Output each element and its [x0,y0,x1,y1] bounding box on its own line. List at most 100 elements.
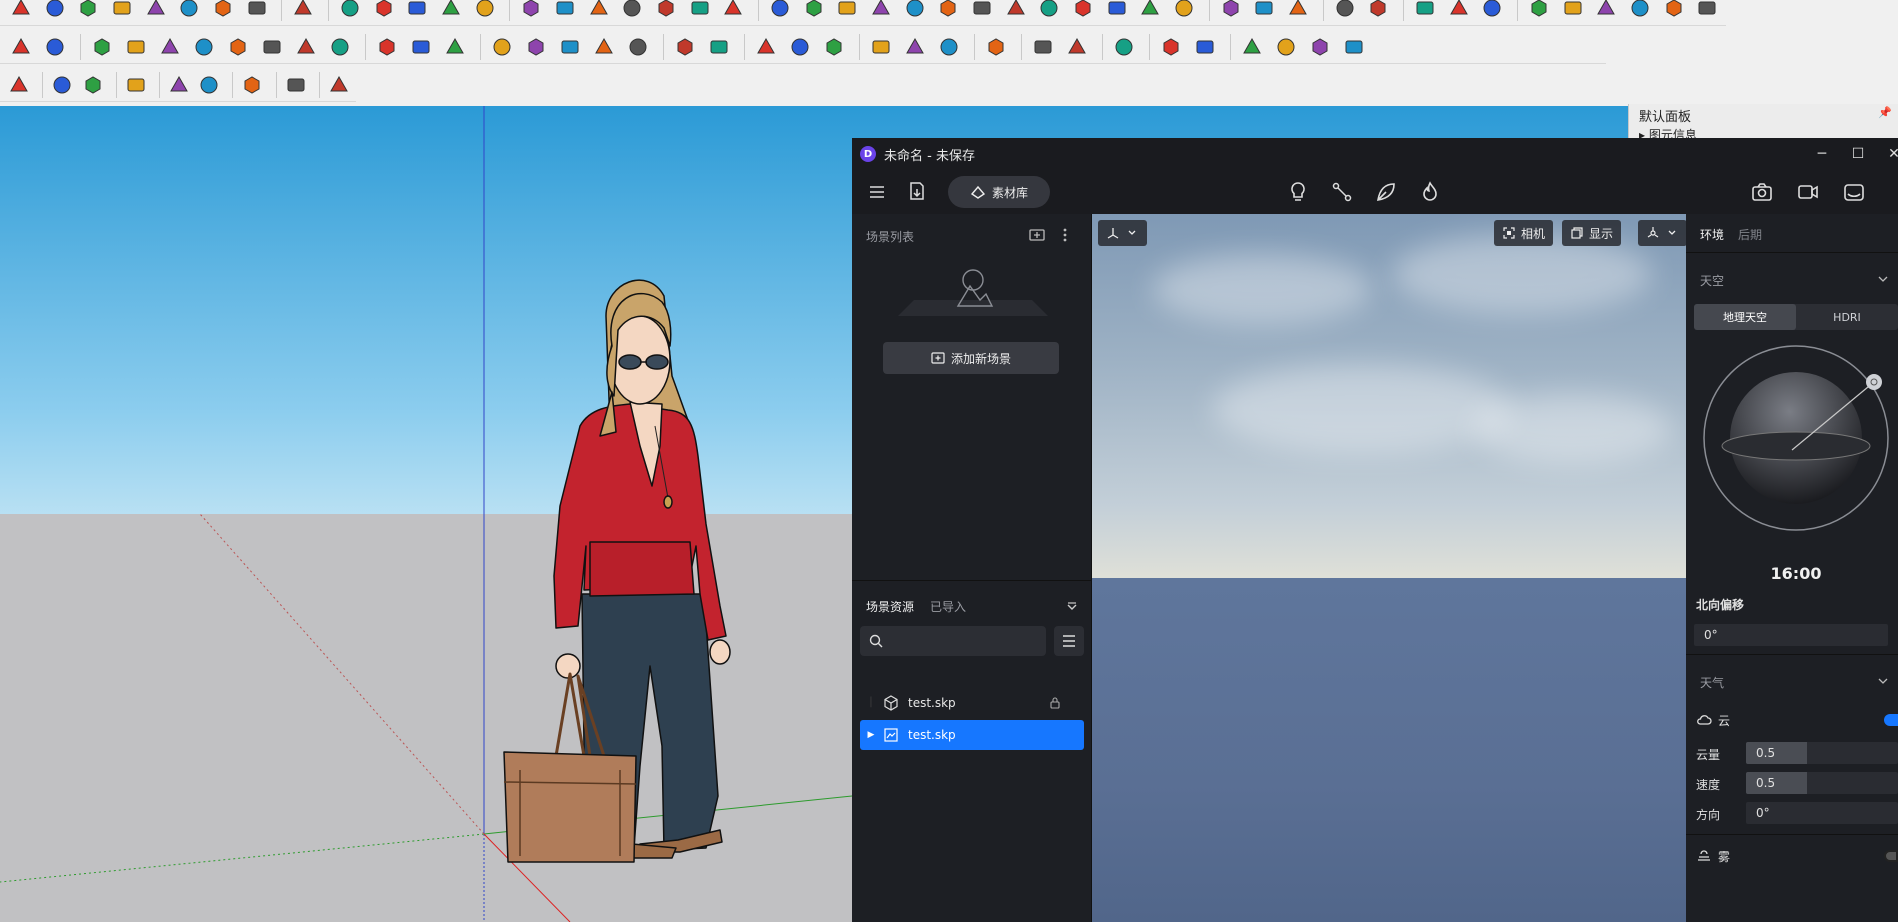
toolbar-tool-icon[interactable] [257,33,287,61]
toolbar-tool-icon[interactable] [436,0,466,22]
toolbar-tool-icon[interactable] [934,33,964,61]
toolbar-tool-icon[interactable] [704,33,734,61]
hamburger-menu-icon[interactable] [866,182,888,202]
toolbar-tool-icon[interactable] [335,0,365,22]
tab-scene-resources[interactable]: 场景资源 [866,598,914,615]
toolbar-tool-icon[interactable] [623,33,653,61]
toolbar-tool-icon[interactable] [900,33,930,61]
toolbar-tool-icon[interactable] [87,33,117,61]
toolbar-tool-icon[interactable] [174,0,204,22]
toolbar-tool-icon[interactable] [1305,33,1335,61]
toolbar-tool-icon[interactable] [6,71,32,99]
toolbar-tool-icon[interactable] [1444,0,1474,22]
toolbar-tool-icon[interactable] [208,0,238,22]
toolbar-tool-icon[interactable] [1558,0,1588,22]
toolbar-tool-icon[interactable] [123,71,149,99]
toolbar-tool-icon[interactable] [189,33,219,61]
video-icon[interactable] [1796,180,1820,204]
toolbar-tool-icon[interactable] [1034,0,1064,22]
toolbar-tool-icon[interactable] [1283,0,1313,22]
toolbar-tool-icon[interactable] [584,0,614,22]
hdri-option[interactable]: HDRI [1796,304,1898,330]
add-scene-small-icon[interactable] [1028,226,1046,244]
navigation-mode-button[interactable] [1098,220,1147,246]
toolbar-tool-icon[interactable] [1109,33,1139,61]
toolbar-tool-icon[interactable] [866,0,896,22]
close-button[interactable]: ✕ [1884,144,1898,164]
toolbar-tool-icon[interactable] [49,71,75,99]
toolbar-tool-icon[interactable] [288,0,318,22]
tab-environment[interactable]: 环境 [1700,226,1724,243]
toolbar-tool-icon[interactable] [1237,33,1267,61]
toolbar-tool-icon[interactable] [933,0,963,22]
light-bulb-icon[interactable] [1286,180,1310,204]
toolbar-tool-icon[interactable] [550,0,580,22]
toolbar-tool-icon[interactable] [223,33,253,61]
toolbar-tool-icon[interactable] [1062,33,1092,61]
toolbar-tool-icon[interactable] [291,33,321,61]
toolbar-tool-icon[interactable] [79,71,105,99]
collapse-chevron-icon[interactable] [1065,600,1079,614]
toolbar-tool-icon[interactable] [765,0,795,22]
toolbar-tool-icon[interactable] [369,0,399,22]
toolbar-tool-icon[interactable] [981,33,1011,61]
list-view-icon[interactable] [1054,626,1084,656]
more-options-icon[interactable] [1056,226,1074,244]
toolbar-tool-icon[interactable] [239,71,265,99]
toolbar-tool-icon[interactable] [1692,0,1722,22]
toolbar-tool-icon[interactable] [1625,0,1655,22]
toolbar-tool-icon[interactable] [6,33,36,61]
toolbar-tool-icon[interactable] [470,0,500,22]
toolbar-tool-icon[interactable] [819,33,849,61]
north-offset-input[interactable]: 0° [1694,624,1888,646]
leaf-icon[interactable] [1374,180,1398,204]
toolbar-tool-icon[interactable] [1477,0,1507,22]
toolbar-tool-icon[interactable] [107,0,137,22]
toolbar-tool-icon[interactable] [685,0,715,22]
speed-slider[interactable]: 0.5 [1746,772,1898,794]
asset-library-button[interactable]: 素材库 [948,176,1050,208]
maximize-button[interactable]: ☐ [1848,144,1868,164]
add-new-scene-button[interactable]: 添加新场景 [883,342,1059,374]
tree-item-model[interactable]: │ test.skp [860,688,1084,718]
fog-toggle[interactable] [1884,850,1898,862]
minimize-button[interactable]: ─ [1812,144,1832,164]
toolbar-tool-icon[interactable] [900,0,930,22]
tree-item-scene-selected[interactable]: ▶ test.skp [860,720,1084,750]
toolbar-tool-icon[interactable] [242,0,272,22]
toolbar-tool-icon[interactable] [40,33,70,61]
camera-button[interactable]: 相机 [1494,220,1554,246]
toolbar-tool-icon[interactable] [785,33,815,61]
toolbar-tool-icon[interactable] [1169,0,1199,22]
toolbar-tool-icon[interactable] [141,0,171,22]
toolbar-tool-icon[interactable] [521,33,551,61]
sun-position-dial[interactable] [1696,338,1896,538]
fire-effect-icon[interactable] [1418,180,1442,204]
toolbar-tool-icon[interactable] [832,0,862,22]
toolbar-tool-icon[interactable] [1102,0,1132,22]
toolbar-tool-icon[interactable] [372,33,402,61]
pin-icon[interactable]: 📌 [1878,106,1892,119]
chevron-down-icon[interactable] [1876,272,1890,286]
cloud-toggle[interactable] [1884,714,1898,726]
toolbar-tool-icon[interactable] [440,33,470,61]
toolbar-tool-icon[interactable] [6,0,36,22]
path-node-icon[interactable] [1330,180,1354,204]
toolbar-tool-icon[interactable] [589,33,619,61]
toolbar-tool-icon[interactable] [670,33,700,61]
toolbar-tool-icon[interactable] [121,33,151,61]
toolbar-tool-icon[interactable] [1068,0,1098,22]
chevron-down-icon[interactable] [1876,674,1890,688]
toolbar-tool-icon[interactable] [1524,0,1554,22]
toolbar-tool-icon[interactable] [718,0,748,22]
lock-icon[interactable] [1048,696,1062,710]
panorama-icon[interactable] [1842,180,1866,204]
toolbar-tool-icon[interactable] [1330,0,1360,22]
expand-caret-icon[interactable]: ▶ [860,730,882,740]
toolbar-tool-icon[interactable] [1135,0,1165,22]
toolbar-tool-icon[interactable] [1190,33,1220,61]
toolbar-tool-icon[interactable] [487,33,517,61]
toolbar-tool-icon[interactable] [967,0,997,22]
tab-imported[interactable]: 已导入 [930,598,966,615]
geo-sky-option[interactable]: 地理天空 [1694,304,1796,330]
